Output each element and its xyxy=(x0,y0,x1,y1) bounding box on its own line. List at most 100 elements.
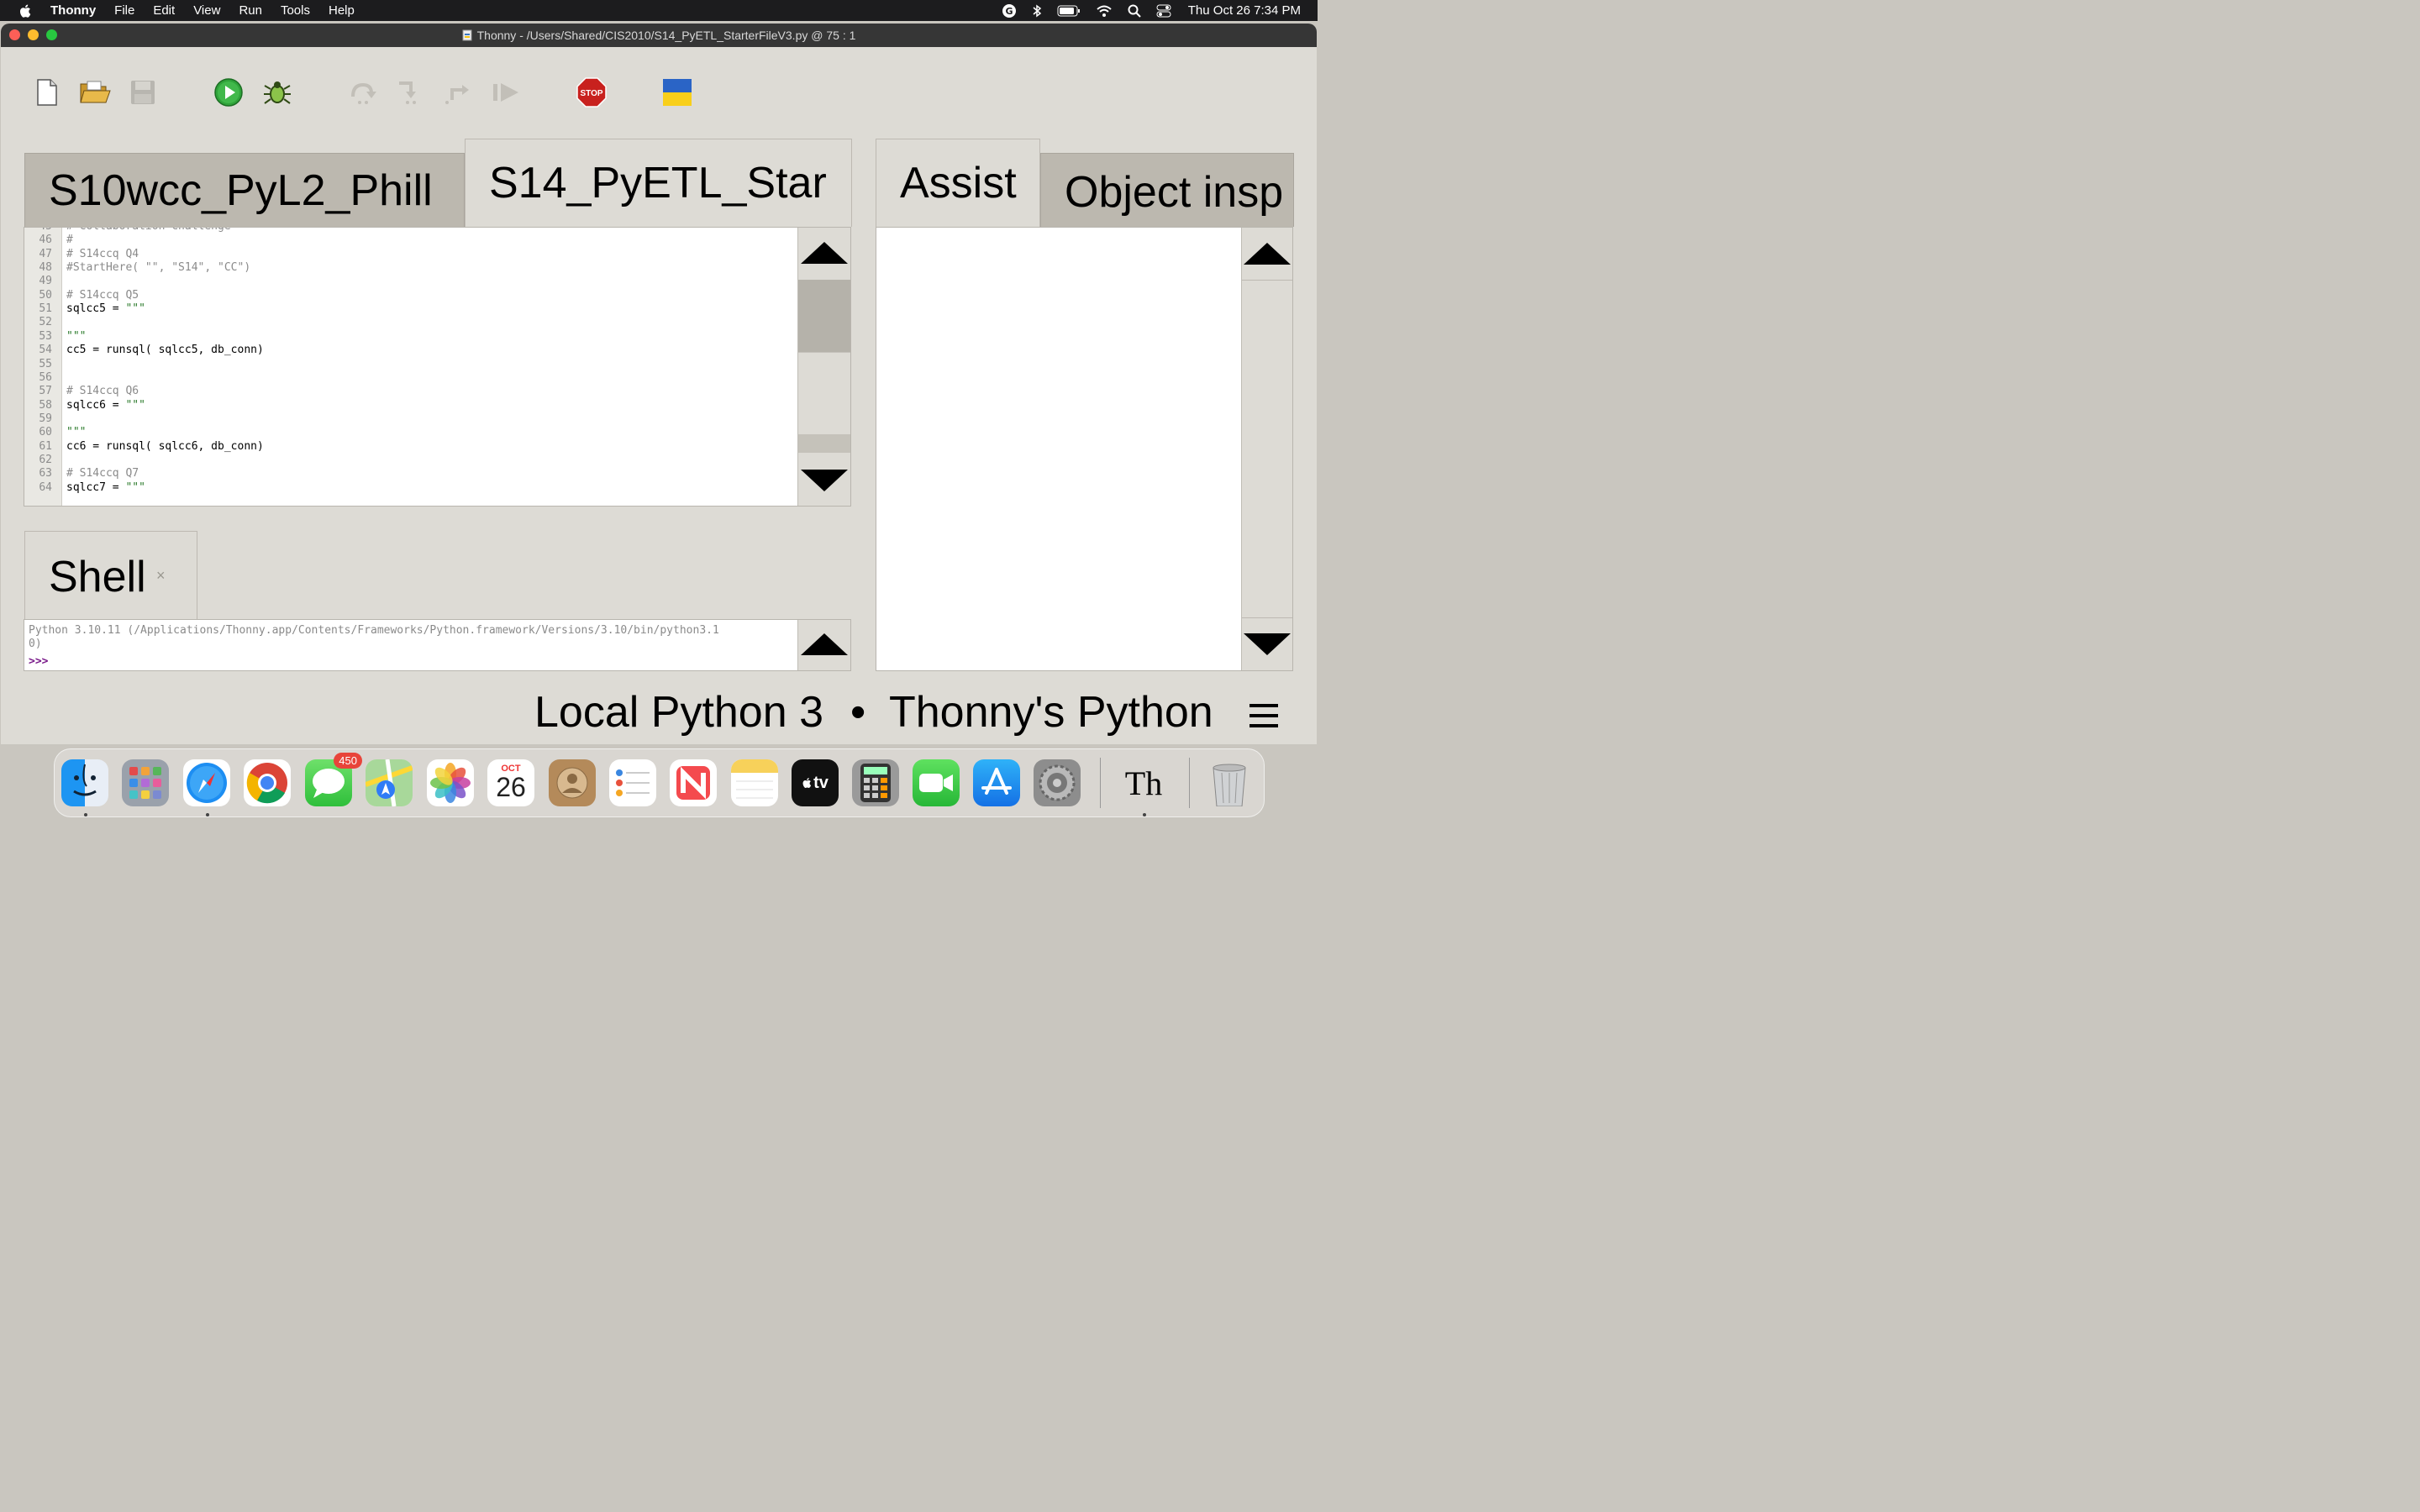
stop-sign-icon: STOP xyxy=(576,77,607,108)
dock-maps[interactable] xyxy=(366,759,413,806)
code-line[interactable]: 59 xyxy=(24,412,797,426)
resume-button[interactable] xyxy=(490,76,523,109)
assistant-panel[interactable] xyxy=(876,227,1293,671)
dock-thonny[interactable]: Th xyxy=(1120,759,1167,806)
tab-label: Shell xyxy=(49,553,146,601)
dock-messages[interactable]: 450 xyxy=(305,753,362,806)
open-file-button[interactable] xyxy=(78,76,112,109)
minimize-window-button[interactable] xyxy=(28,29,39,40)
tab-shell[interactable]: Shell × xyxy=(24,531,197,619)
tab-s10wcc[interactable]: S10wcc_PyL2_Phill xyxy=(24,153,465,227)
menu-run[interactable]: Run xyxy=(239,0,262,21)
dock-calendar[interactable]: OCT 26 xyxy=(487,759,534,806)
stop-button[interactable]: STOP xyxy=(575,76,608,109)
dock-apple-tv[interactable]: tv xyxy=(792,759,839,806)
shell-scrollbar[interactable] xyxy=(797,620,850,670)
ukraine-support-button[interactable] xyxy=(660,76,694,109)
spotlight-search-icon[interactable] xyxy=(1128,4,1141,18)
battery-icon[interactable] xyxy=(1057,5,1081,17)
code-line[interactable]: 64 sqlcc7 = """ xyxy=(24,481,797,495)
code-line[interactable]: 61 cc6 = runsql( sqlcc6, db_conn) xyxy=(24,440,797,454)
dock-calculator[interactable] xyxy=(852,759,899,806)
window-titlebar[interactable]: Thonny - /Users/Shared/CIS2010/S14_PyETL… xyxy=(1,24,1317,47)
string-literal: """ xyxy=(66,329,87,343)
menu-app-thonny[interactable]: Thonny xyxy=(50,0,96,21)
dock-app-store[interactable] xyxy=(973,759,1020,806)
code-line[interactable]: 58 sqlcc6 = """ xyxy=(24,399,797,412)
close-tab-icon[interactable]: × xyxy=(156,567,166,585)
menu-view[interactable]: View xyxy=(193,0,220,21)
shell-scroll-up-button[interactable] xyxy=(798,620,850,669)
shell-console[interactable]: Python 3.10.11 (/Applications/Thonny.app… xyxy=(24,619,851,671)
code-line[interactable]: 57 # S14ccq Q6 xyxy=(24,385,797,398)
save-file-button[interactable] xyxy=(126,76,160,109)
wifi-icon[interactable] xyxy=(1096,4,1113,18)
close-window-button[interactable] xyxy=(9,29,20,40)
assistant-scrollbar[interactable] xyxy=(1241,228,1292,670)
dock-chrome[interactable] xyxy=(244,759,291,806)
hamburger-menu-icon[interactable] xyxy=(1249,702,1279,733)
code-line[interactable]: 48 #StartHere( "", "S14", "CC") xyxy=(24,261,797,275)
environment-label[interactable]: Thonny's Python xyxy=(889,687,1213,738)
menu-edit[interactable]: Edit xyxy=(153,0,175,21)
tab-label: Object insp xyxy=(1065,168,1284,217)
code-line[interactable]: 47 # S14ccq Q4 xyxy=(24,248,797,261)
dock-reminders[interactable] xyxy=(609,759,656,806)
scroll-thumb[interactable] xyxy=(798,280,850,352)
line-number: 56 xyxy=(39,370,52,384)
tab-s14-pyetl[interactable]: S14_PyETL_Star xyxy=(465,139,852,227)
tab-assistant[interactable]: Assist xyxy=(876,139,1040,227)
line-text: sqlcc5 = """ xyxy=(66,302,145,316)
code-line[interactable]: 52 xyxy=(24,316,797,329)
code-line[interactable]: 56 xyxy=(24,371,797,385)
bluetooth-icon[interactable] xyxy=(1032,3,1042,18)
code-line[interactable]: 60 """ xyxy=(24,426,797,439)
step-out-button[interactable] xyxy=(442,76,476,109)
code-text: sqlcc7 = xyxy=(66,480,126,494)
new-file-button[interactable] xyxy=(30,76,64,109)
dock-news[interactable] xyxy=(670,759,717,806)
dock-finder[interactable] xyxy=(61,759,108,806)
step-into-button[interactable] xyxy=(394,76,428,109)
assistant-scroll-down-button[interactable] xyxy=(1242,617,1292,670)
scroll-down-button[interactable] xyxy=(798,456,850,505)
dock-notes[interactable] xyxy=(731,759,778,806)
menu-tools[interactable]: Tools xyxy=(281,0,310,21)
code-line[interactable]: 51 sqlcc5 = """ xyxy=(24,302,797,316)
line-number: 63 xyxy=(39,467,52,480)
editor-scrollbar[interactable] xyxy=(797,228,850,506)
code-line[interactable]: 49 xyxy=(24,275,797,288)
code-line[interactable]: 46 # xyxy=(24,234,797,247)
code-line[interactable]: 55 xyxy=(24,358,797,371)
code-line[interactable]: 54 cc5 = runsql( sqlcc5, db_conn) xyxy=(24,344,797,357)
dock-trash[interactable] xyxy=(1206,759,1253,806)
control-center-icon[interactable] xyxy=(1156,4,1171,18)
interpreter-label[interactable]: Local Python 3 xyxy=(534,687,823,738)
run-button[interactable] xyxy=(212,76,245,109)
zoom-window-button[interactable] xyxy=(46,29,57,40)
dock-facetime[interactable] xyxy=(913,759,960,806)
dock-launchpad[interactable] xyxy=(122,759,169,806)
menu-clock[interactable]: Thu Oct 26 7:34 PM xyxy=(1188,3,1301,18)
step-over-button[interactable] xyxy=(346,76,380,109)
code-editor[interactable]: 45 # Collaboration Challenge 46 #47 # S14ccq… xyxy=(24,227,851,507)
dock-contacts[interactable] xyxy=(549,759,596,806)
code-line[interactable]: 53 """ xyxy=(24,330,797,344)
code-line[interactable]: 50 # S14ccq Q5 xyxy=(24,289,797,302)
debug-button[interactable] xyxy=(260,76,294,109)
dock-system-settings[interactable] xyxy=(1034,759,1081,806)
assistant-scroll-up-button[interactable] xyxy=(1242,228,1292,281)
line-text: sqlcc7 = """ xyxy=(66,481,145,495)
menu-file[interactable]: File xyxy=(114,0,134,21)
code-line[interactable]: 45 # Collaboration Challenge xyxy=(24,228,797,234)
dock-photos[interactable] xyxy=(427,759,474,806)
code-line[interactable]: 63 # S14ccq Q7 xyxy=(24,467,797,480)
menu-help[interactable]: Help xyxy=(329,0,355,21)
line-number: 57 xyxy=(39,385,52,398)
scroll-up-button[interactable] xyxy=(798,228,850,278)
code-line[interactable]: 62 xyxy=(24,454,797,467)
tab-object-inspector[interactable]: Object insp xyxy=(1040,153,1294,227)
apple-menu-icon[interactable] xyxy=(18,3,34,18)
grammarly-icon[interactable]: G xyxy=(1002,3,1017,18)
dock-safari[interactable] xyxy=(183,759,230,806)
